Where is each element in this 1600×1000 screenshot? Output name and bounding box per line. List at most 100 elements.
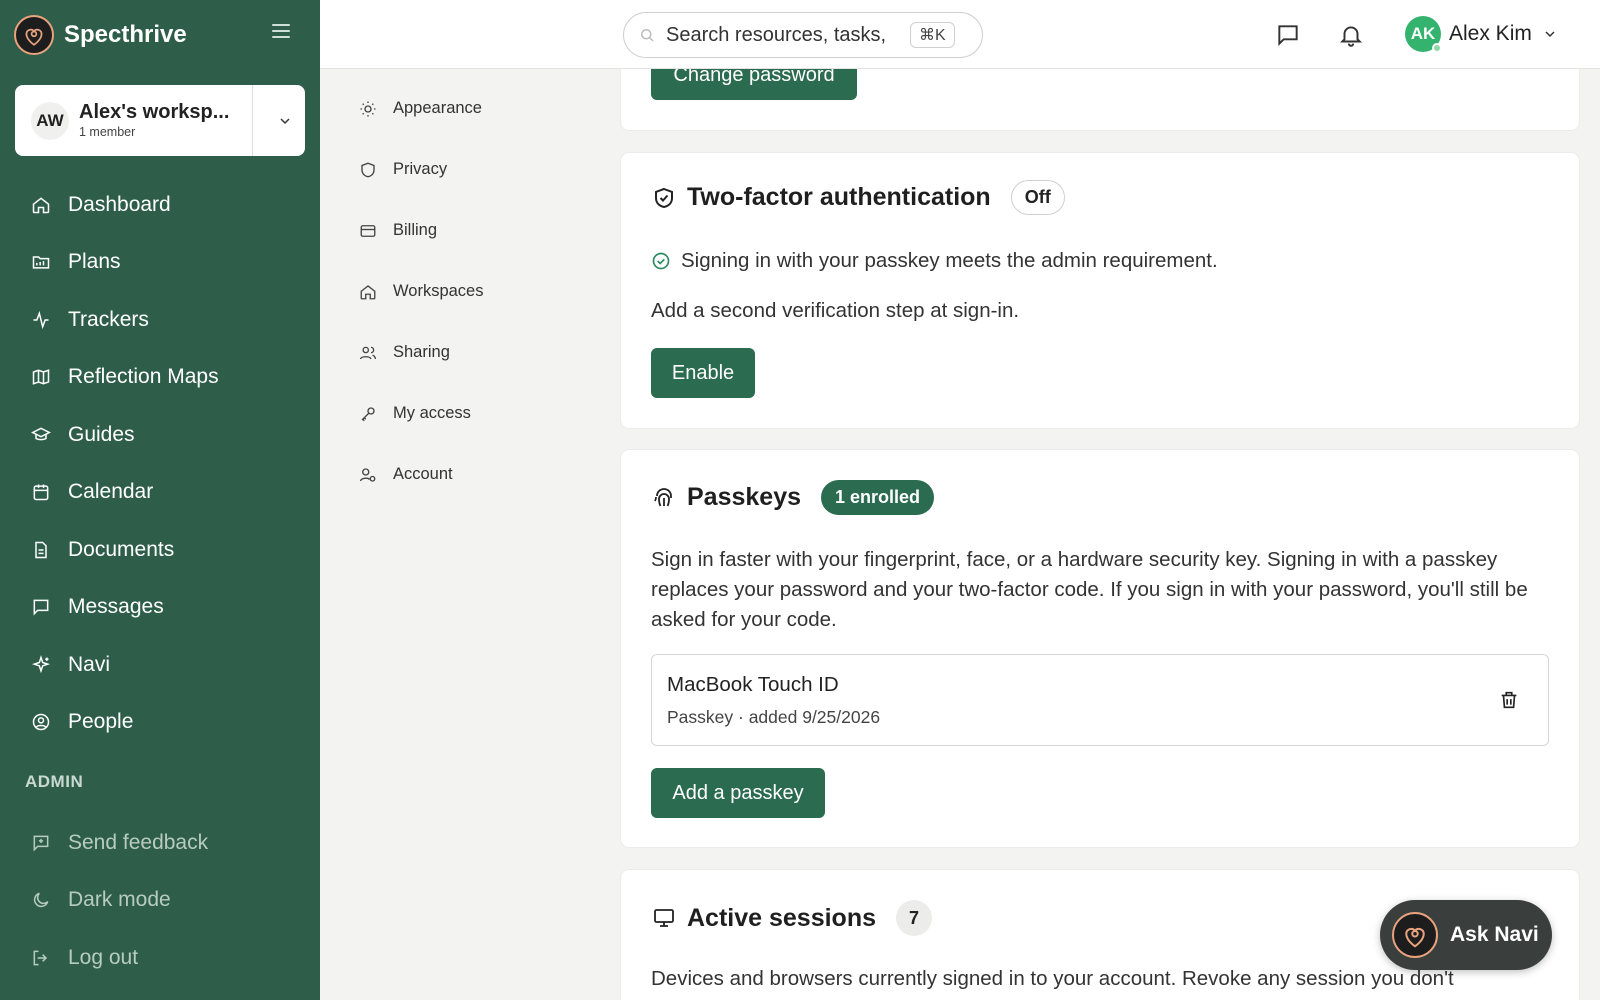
top-bar: ⌘K AK Alex Kim <box>320 0 1600 69</box>
sidebar-item-dashboard[interactable]: Dashboard <box>16 176 306 234</box>
ask-navi-button[interactable]: Ask Navi <box>1380 900 1552 970</box>
settings-nav-label: Appearance <box>393 99 482 117</box>
settings-nav-appearance[interactable]: Appearance <box>358 78 588 139</box>
chevron-down-icon[interactable] <box>277 113 293 129</box>
sidebar-item-label: Navi <box>68 652 111 676</box>
check-circle-icon <box>652 252 670 270</box>
sessions-title-row: Active sessions 7 <box>651 900 932 936</box>
settings-nav-billing[interactable]: Billing <box>358 200 588 261</box>
sidebar-item-reflection-maps[interactable]: Reflection Maps <box>16 349 306 407</box>
passkeys-title-row: Passkeys 1 enrolled <box>651 480 935 515</box>
sidebar-item-label: People <box>68 710 134 734</box>
menu-toggle-icon[interactable] <box>272 24 290 38</box>
key-icon <box>358 404 378 424</box>
sparkle-icon <box>30 654 52 676</box>
app-logo-icon <box>14 15 54 55</box>
sidebar-item-label: Send feedback <box>68 830 209 854</box>
bell-icon[interactable] <box>1338 22 1364 48</box>
sidebar-item-label: Plans <box>68 250 121 274</box>
logout-icon <box>30 947 52 969</box>
settings-nav-account[interactable]: Account <box>358 444 588 505</box>
message-icon <box>30 596 52 618</box>
settings-nav-sharing[interactable]: Sharing <box>358 322 588 383</box>
two-factor-notice: Signing in with your passkey meets the a… <box>651 246 1218 276</box>
sidebar-item-label: Guides <box>68 422 135 446</box>
monitor-icon <box>651 905 677 931</box>
user-menu[interactable]: AK Alex Kim <box>1405 16 1558 53</box>
ask-navi-label: Ask Navi <box>1450 923 1539 946</box>
sidebar-item-navi[interactable]: Navi <box>16 636 306 694</box>
brand[interactable]: Specthrive <box>14 14 187 56</box>
moon-icon <box>30 889 52 911</box>
two-factor-title-row: Two-factor authentication Off <box>651 180 1065 215</box>
graduation-cap-icon <box>30 424 52 446</box>
sidebar-item-dark-mode[interactable]: Dark mode <box>16 872 306 930</box>
settings-nav: Appearance Privacy Billing Workspaces Sh… <box>358 78 588 505</box>
workspace-name: Alex's worksp... <box>79 101 230 123</box>
trash-icon[interactable] <box>1498 689 1520 711</box>
sidebar-item-label: Log out <box>68 945 139 969</box>
divider <box>252 85 253 156</box>
folder-icon <box>30 251 52 273</box>
search-box[interactable]: ⌘K <box>623 12 983 58</box>
passkeys-description: Sign in faster with your fingerprint, fa… <box>651 548 1528 631</box>
settings-nav-workspaces[interactable]: Workspaces <box>358 261 588 322</box>
sidebar-item-label: Documents <box>68 537 175 561</box>
sessions-count-badge: 7 <box>896 900 932 936</box>
users-icon <box>358 343 378 363</box>
shortcut-hint: ⌘K <box>910 22 955 48</box>
passkeys-card: Passkeys 1 enrolled Sign in faster with … <box>621 450 1579 847</box>
settings-nav-label: Privacy <box>393 160 448 178</box>
search-input[interactable] <box>666 23 906 47</box>
feedback-icon <box>30 832 52 854</box>
shield-check-icon <box>651 185 677 211</box>
sidebar-item-send-feedback[interactable]: Send feedback <box>16 814 306 872</box>
settings-nav-label: My access <box>393 404 471 422</box>
settings-nav-my-access[interactable]: My access <box>358 383 588 444</box>
sidebar-item-trackers[interactable]: Trackers <box>16 291 306 349</box>
add-passkey-button[interactable]: Add a passkey <box>651 768 825 818</box>
sidebar-item-log-out[interactable]: Log out <box>16 929 306 987</box>
credit-card-icon <box>358 221 378 241</box>
sidebar-item-guides[interactable]: Guides <box>16 406 306 464</box>
calendar-icon <box>30 481 52 503</box>
sidebar-item-label: Trackers <box>68 307 149 331</box>
sidebar: Specthrive AW Alex's worksp... 1 member … <box>0 0 320 1000</box>
avatar: AK <box>1405 16 1442 53</box>
sidebar-item-label: Calendar <box>68 480 154 504</box>
online-status-dot <box>1432 43 1442 53</box>
home-icon <box>30 194 52 216</box>
activity-icon <box>30 309 52 331</box>
enrolled-badge: 1 enrolled <box>821 480 935 515</box>
sidebar-item-messages[interactable]: Messages <box>16 579 306 637</box>
sidebar-item-plans[interactable]: Plans <box>16 234 306 292</box>
avatar-initials: AK <box>1410 24 1436 43</box>
secondary-nav: Send feedback Dark mode Log out <box>16 814 306 987</box>
shield-icon <box>358 160 378 180</box>
chat-icon[interactable] <box>1275 22 1301 48</box>
passkey-meta: Passkey · added 9/25/2026 <box>667 707 881 727</box>
sidebar-item-label: Dashboard <box>68 192 171 216</box>
settings-nav-label: Account <box>393 465 453 483</box>
passkey-list-item: MacBook Touch ID Passkey · added 9/25/20… <box>651 654 1549 746</box>
map-icon <box>30 366 52 388</box>
user-settings-icon <box>358 465 378 485</box>
main-nav: Dashboard Plans Trackers Reflection Maps… <box>16 176 306 751</box>
settings-nav-privacy[interactable]: Privacy <box>358 139 588 200</box>
search-icon <box>641 29 654 42</box>
admin-section-label: ADMIN <box>25 772 84 791</box>
sidebar-item-calendar[interactable]: Calendar <box>16 464 306 522</box>
enable-button[interactable]: Enable <box>651 348 755 398</box>
sidebar-item-people[interactable]: People <box>16 694 306 752</box>
home-icon <box>358 282 378 302</box>
sidebar-item-documents[interactable]: Documents <box>16 521 306 579</box>
sidebar-item-label: Reflection Maps <box>68 365 219 389</box>
workspace-switcher[interactable]: AW Alex's worksp... 1 member <box>15 85 305 156</box>
passkeys-title: Passkeys <box>687 483 802 511</box>
two-factor-description: Add a second verification step at sign-i… <box>651 299 1020 322</box>
settings-nav-label: Sharing <box>393 343 450 361</box>
passkey-name: MacBook Touch ID <box>667 673 839 696</box>
user-circle-icon <box>30 711 52 733</box>
navi-logo-icon <box>1392 912 1438 958</box>
workspace-avatar: AW <box>31 102 69 140</box>
